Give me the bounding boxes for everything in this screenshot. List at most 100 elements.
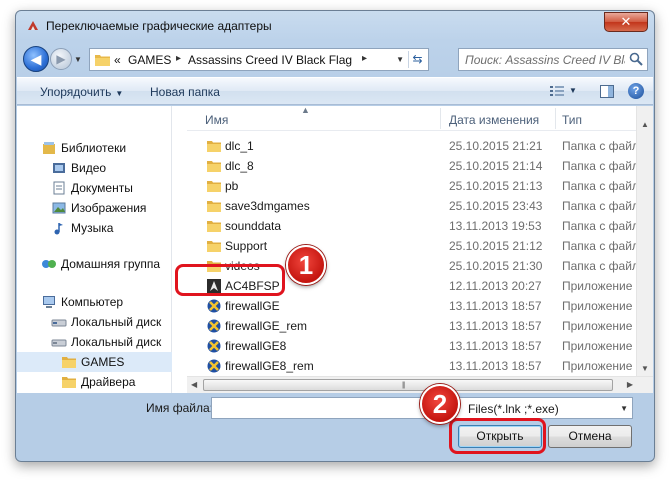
file-type: Папка с файлами bbox=[562, 159, 637, 173]
file-row[interactable]: firewallGE_rem 13.11.2013 18:57 Приложение bbox=[187, 316, 637, 336]
sidebar-item-label: Документы bbox=[71, 181, 133, 195]
file-rows: dlc_125.10.2015 21:21Папка с файламиdlc_… bbox=[187, 106, 637, 376]
file-date: 13.11.2013 18:57 bbox=[449, 299, 542, 313]
file-name: sounddata bbox=[225, 219, 282, 233]
file-row[interactable]: Support 25.10.2015 21:12 Папка с файлами bbox=[187, 236, 637, 256]
file-type-value: Files(*.lnk ;*.exe) bbox=[468, 402, 559, 416]
sidebar-item-homegroup[interactable]: Домашняя группа bbox=[17, 254, 172, 274]
recent-pages-dropdown[interactable]: ▼ bbox=[74, 55, 82, 64]
file-row[interactable]: save3dmgames 25.10.2015 23:43 Папка с файл… bbox=[187, 196, 637, 216]
sidebar-item-libraries[interactable]: Библиотеки bbox=[17, 138, 172, 158]
file-row[interactable]: dlc_1 25.10.2015 21:21 Папка с файлами bbox=[187, 136, 637, 156]
firewall-icon bbox=[207, 339, 221, 353]
sidebar-item-label: Компьютер bbox=[61, 295, 124, 309]
breadcrumb-games[interactable]: GAMES bbox=[128, 53, 171, 67]
folder-icon bbox=[207, 221, 221, 232]
video-icon bbox=[53, 163, 65, 173]
chevron-down-icon: ▼ bbox=[620, 404, 628, 413]
organize-button[interactable]: Упорядочить ▼ bbox=[40, 85, 123, 99]
breadcrumb-current-folder[interactable]: Assassins Creed IV Black Flag bbox=[188, 53, 352, 67]
new-folder-button[interactable]: Новая папка bbox=[150, 85, 220, 99]
documents-icon bbox=[53, 181, 65, 195]
file-list[interactable]: ▲ Имя Дата изменения Тип dlc_1 25.10.2015… bbox=[187, 105, 653, 393]
sidebar-item-local-disk-c[interactable]: Локальный диск bbox=[17, 312, 172, 332]
file-type: Папка с файлами bbox=[562, 239, 637, 253]
navigation-pane[interactable]: Библиотеки Видео Документы Изображения М… bbox=[17, 106, 172, 393]
sidebar-item-local-disk-d[interactable]: Локальный диск bbox=[17, 332, 172, 352]
file-name: dlc_1 bbox=[225, 139, 254, 153]
help-icon[interactable]: ? bbox=[628, 83, 644, 99]
homegroup-icon bbox=[42, 260, 56, 268]
refresh-icon[interactable]: ⇆ bbox=[408, 51, 426, 68]
sidebar-item-label: Локальный диск bbox=[71, 315, 162, 329]
file-name: firewallGE_rem bbox=[225, 319, 308, 333]
scroll-right-icon[interactable]: ▶ bbox=[627, 380, 633, 389]
content-area: Библиотеки Видео Документы Изображения М… bbox=[17, 105, 653, 393]
file-name: firewallGE bbox=[225, 299, 280, 313]
sidebar-item-documents[interactable]: Документы bbox=[17, 178, 172, 198]
address-prefix[interactable]: « bbox=[114, 53, 121, 67]
file-date: 13.11.2013 19:53 bbox=[449, 219, 542, 233]
chevron-down-icon: ▼ bbox=[115, 89, 124, 98]
view-dropdown-icon[interactable]: ▼ bbox=[569, 86, 577, 95]
file-date: 25.10.2015 21:12 bbox=[449, 239, 543, 253]
sidebar-item-label: Домашняя группа bbox=[61, 257, 161, 271]
file-date: 12.11.2013 20:27 bbox=[449, 279, 542, 293]
sidebar-item-pictures[interactable]: Изображения bbox=[17, 198, 172, 218]
highlight-ac4bfsp bbox=[175, 264, 285, 296]
highlight-open-button bbox=[449, 418, 546, 454]
folder-icon bbox=[62, 357, 76, 368]
sidebar-item-label: Музыка bbox=[71, 221, 114, 235]
vertical-scrollbar[interactable]: ▲ ▼ bbox=[636, 106, 653, 376]
window-title: Переключаемые графические адаптеры bbox=[46, 19, 272, 33]
sidebar-item-label: GAMES bbox=[81, 355, 125, 369]
file-row[interactable]: pb 25.10.2015 21:13 Папка с файлами bbox=[187, 176, 637, 196]
title-bar[interactable]: Переключаемые графические адаптеры ✕ bbox=[16, 11, 654, 41]
app-icon bbox=[28, 21, 38, 30]
back-button[interactable]: ◀ bbox=[23, 46, 49, 72]
file-date: 25.10.2015 21:30 bbox=[449, 259, 543, 273]
file-open-dialog: Переключаемые графические адаптеры ✕ ◀ ▶… bbox=[15, 10, 655, 462]
music-icon bbox=[54, 223, 63, 235]
filename-input[interactable] bbox=[211, 397, 429, 419]
sidebar-item-games[interactable]: GAMES bbox=[17, 352, 172, 372]
search-icon[interactable] bbox=[629, 52, 643, 66]
firewall-icon bbox=[207, 299, 221, 313]
sidebar-item-music[interactable]: Музыка bbox=[17, 218, 172, 238]
folder-icon bbox=[207, 181, 221, 192]
file-name: pb bbox=[225, 179, 239, 193]
view-options-icon[interactable] bbox=[549, 84, 565, 99]
file-type: Папка с файлами bbox=[562, 219, 637, 233]
scroll-down-icon[interactable]: ▼ bbox=[639, 364, 651, 374]
address-bar[interactable]: « GAMES ▸ Assassins Creed IV Black Flag … bbox=[89, 48, 429, 71]
search-input[interactable]: Поиск: Assassins Creed IV Bla... bbox=[465, 53, 625, 67]
scroll-left-icon[interactable]: ◀ bbox=[191, 380, 197, 389]
cancel-button[interactable]: Отмена bbox=[548, 425, 632, 448]
breadcrumb-separator[interactable]: ▸ bbox=[362, 53, 367, 64]
file-row[interactable]: firewallGE 13.11.2013 18:57 Приложение bbox=[187, 296, 637, 316]
sidebar-item-video[interactable]: Видео bbox=[17, 158, 172, 178]
scroll-up-icon[interactable]: ▲ bbox=[639, 120, 651, 130]
folder-icon bbox=[62, 377, 76, 388]
file-row[interactable]: sounddata 13.11.2013 19:53 Папка с файлами bbox=[187, 216, 637, 236]
preview-pane-icon[interactable] bbox=[599, 84, 615, 99]
horizontal-scroll-thumb[interactable]: ||| bbox=[203, 379, 613, 391]
sidebar-item-computer[interactable]: Компьютер bbox=[17, 292, 172, 312]
sidebar-item-drivers[interactable]: Драйвера bbox=[17, 372, 172, 392]
folder-icon bbox=[95, 55, 110, 66]
search-box[interactable]: Поиск: Assassins Creed IV Bla... bbox=[458, 48, 648, 71]
step-badge-1: 1 bbox=[286, 245, 326, 285]
file-type-select[interactable]: Files(*.lnk ;*.exe) ▼ bbox=[440, 397, 633, 419]
forward-button[interactable]: ▶ bbox=[50, 48, 72, 70]
horizontal-scrollbar[interactable]: ◀ ||| ▶ bbox=[187, 376, 653, 393]
libraries-icon bbox=[43, 142, 55, 154]
organize-label: Упорядочить bbox=[40, 85, 112, 99]
file-row[interactable]: dlc_8 25.10.2015 21:14 Папка с файлами bbox=[187, 156, 637, 176]
file-row[interactable]: firewallGE8 13.11.2013 18:57 Приложение bbox=[187, 336, 637, 356]
breadcrumb-separator[interactable]: ▸ bbox=[176, 53, 181, 64]
file-date: 13.11.2013 18:57 bbox=[449, 339, 542, 353]
sidebar-item-label: Изображения bbox=[71, 201, 147, 215]
file-row[interactable]: firewallGE8_rem 13.11.2013 18:57 Приложени… bbox=[187, 356, 637, 376]
address-dropdown[interactable]: ▼ bbox=[396, 55, 404, 64]
close-button[interactable]: ✕ bbox=[604, 12, 648, 32]
